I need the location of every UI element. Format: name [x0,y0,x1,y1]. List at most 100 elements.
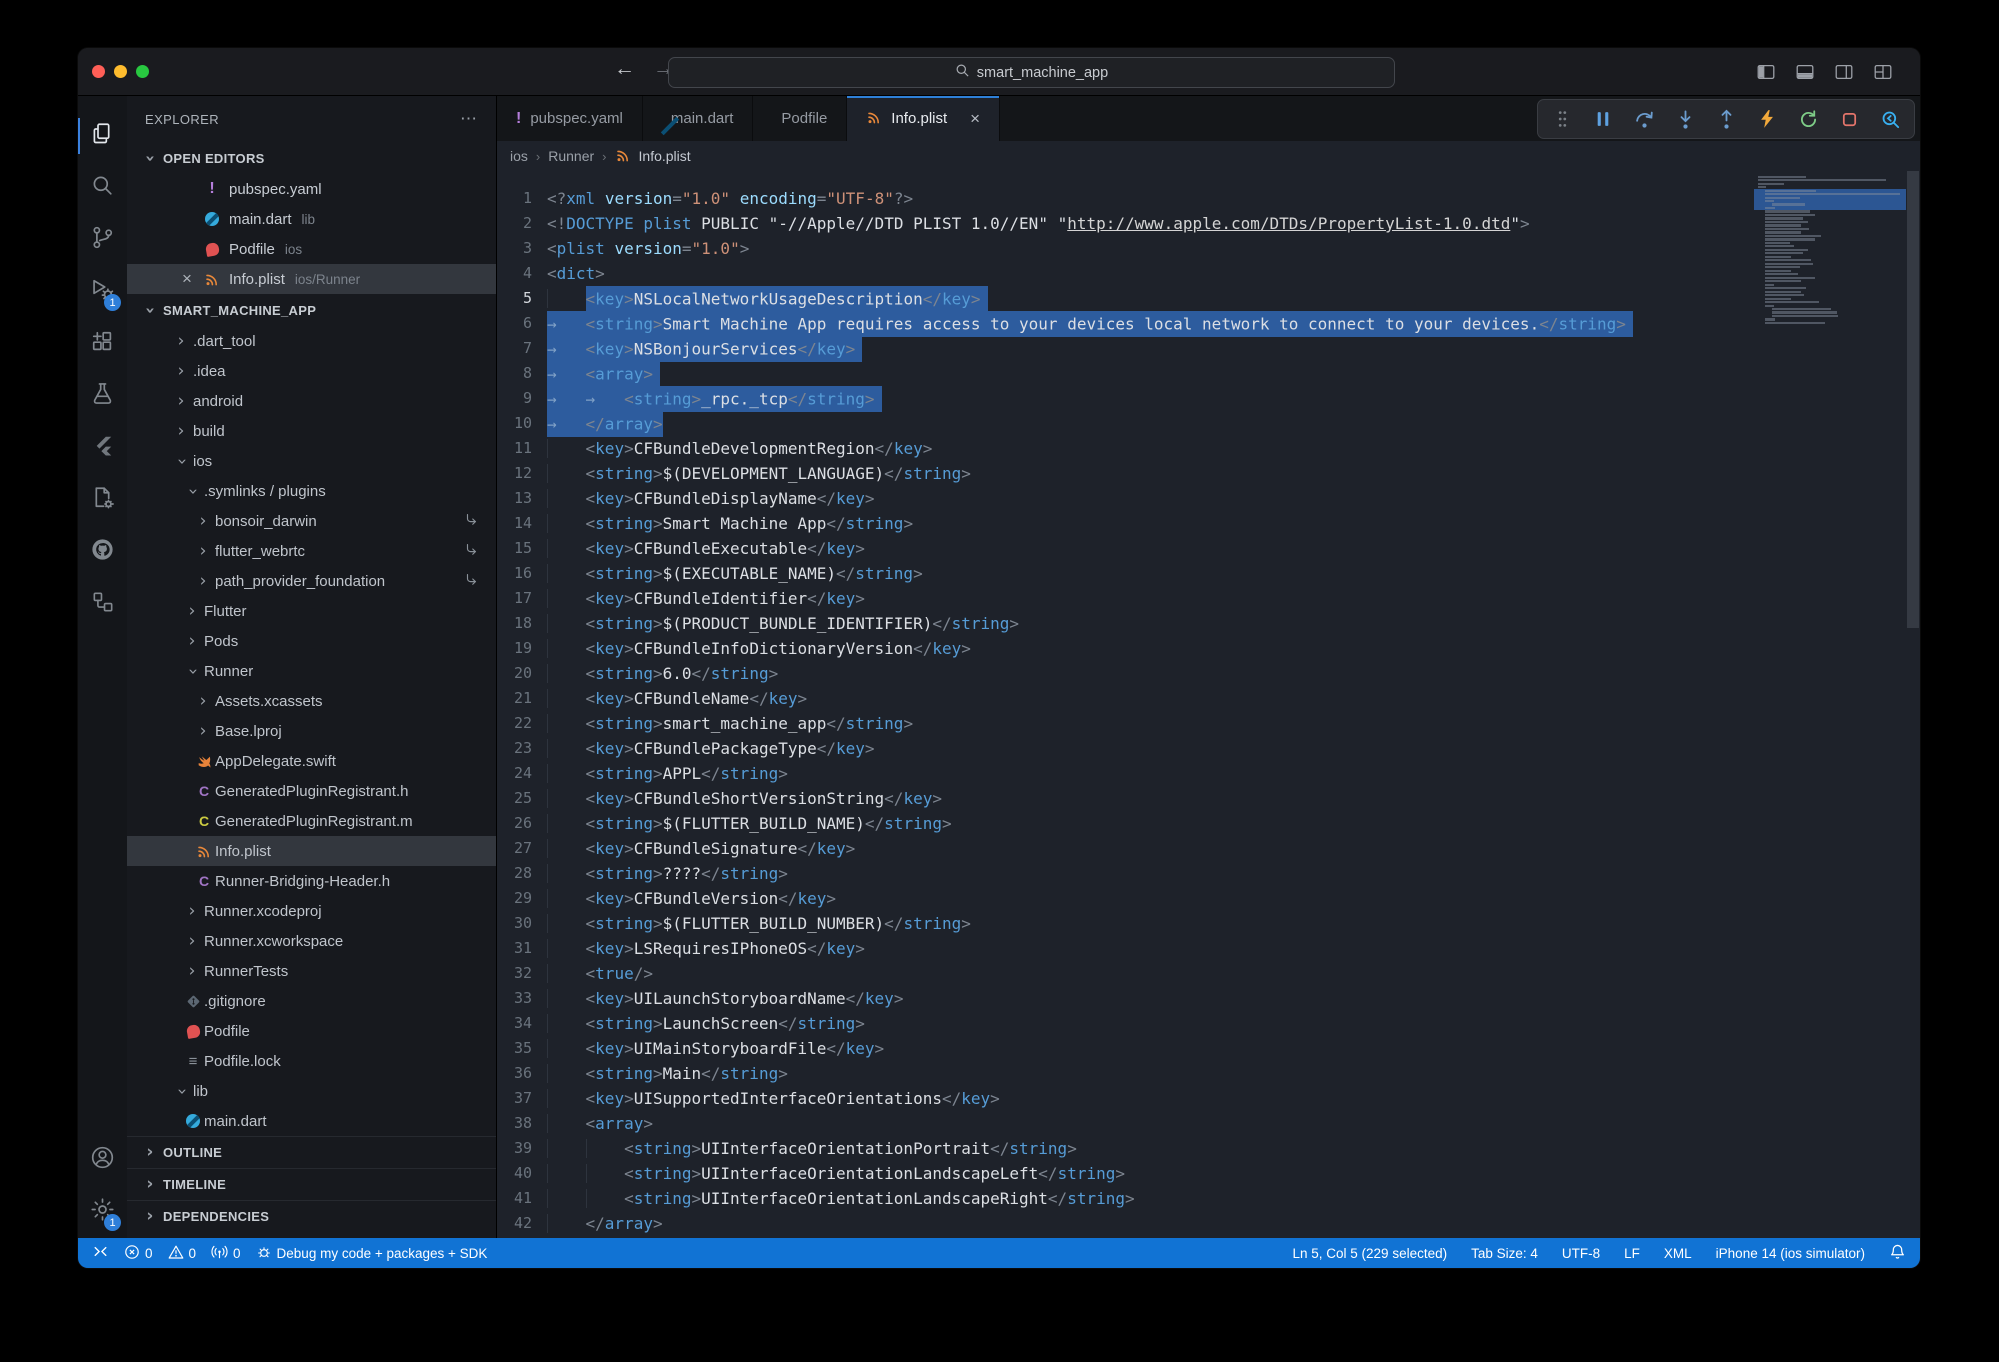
line-number[interactable]: 6 [497,311,541,336]
line-number[interactable]: 29 [497,886,541,911]
step-out-button[interactable] [1714,107,1738,131]
code-line-3[interactable]: 3<plist version="1.0"> [497,236,1920,261]
tree-item-build[interactable]: ›build [127,416,496,446]
explorer-more-actions-button[interactable]: ⋯ [460,109,478,129]
breadcrumb-runner[interactable]: Runner [548,148,594,164]
code-line-27[interactable]: 27 <key>CFBundleSignature</key> [497,836,1920,861]
code-line-30[interactable]: 30 <string>$(FLUTTER_BUILD_NUMBER)</stri… [497,911,1920,936]
code-line-32[interactable]: 32 <true/> [497,961,1920,986]
code-line-8[interactable]: 8→ <array> [497,361,1920,386]
minimize-window-button[interactable] [114,65,127,78]
code-line-33[interactable]: 33 <key>UILaunchStoryboardName</key> [497,986,1920,1011]
tree-item-runner-xcodeproj[interactable]: ›Runner.xcodeproj [127,896,496,926]
stop-button[interactable] [1837,107,1861,131]
code-line-11[interactable]: 11 <key>CFBundleDevelopmentRegion</key> [497,436,1920,461]
code-line-25[interactable]: 25 <key>CFBundleShortVersionString</key> [497,786,1920,811]
ports-forwarded[interactable]: 0 [211,1243,241,1263]
line-number[interactable]: 3 [497,236,541,261]
code-editor[interactable]: 1<?xml version="1.0" encoding="UTF-8"?>2… [497,171,1920,1238]
line-number[interactable]: 12 [497,461,541,486]
tree-item-assets-xcassets[interactable]: ›Assets.xcassets [127,686,496,716]
code-line-6[interactable]: 6→ <string>Smart Machine App requires ac… [497,311,1920,336]
open-editor-pubspec-yaml[interactable]: !pubspec.yaml [127,174,496,204]
activity-item-references[interactable] [78,578,127,630]
tree-item-symlinks-plugins[interactable]: ›.symlinks / plugins [127,476,496,506]
code-line-42[interactable]: 42 </array> [497,1211,1920,1236]
code-line-18[interactable]: 18 <string>$(PRODUCT_BUNDLE_IDENTIFIER)<… [497,611,1920,636]
line-number[interactable]: 43 [497,1236,541,1238]
tree-item-pods[interactable]: ›Pods [127,626,496,656]
line-number[interactable]: 15 [497,536,541,561]
code-line-5[interactable]: 5 <key>NSLocalNetworkUsageDescription</k… [497,286,1920,311]
code-line-43[interactable]: 43 <key>UISupportedInterfaceOrientations… [497,1236,1920,1238]
line-number[interactable]: 24 [497,761,541,786]
code-line-22[interactable]: 22 <string>smart_machine_app</string> [497,711,1920,736]
line-number[interactable]: 42 [497,1211,541,1236]
close-tab-icon[interactable]: × [970,109,980,129]
tree-item-generatedpluginregistrant-m[interactable]: CGeneratedPluginRegistrant.m [127,806,496,836]
line-number[interactable]: 41 [497,1186,541,1211]
code-line-35[interactable]: 35 <key>UIMainStoryboardFile</key> [497,1036,1920,1061]
line-number[interactable]: 31 [497,936,541,961]
toggle-panel-button[interactable] [1794,61,1816,83]
line-number[interactable]: 23 [497,736,541,761]
debug-config[interactable]: Debug my code + packages + SDK [256,1244,488,1263]
tree-item-runner-xcworkspace[interactable]: ›Runner.xcworkspace [127,926,496,956]
code-line-15[interactable]: 15 <key>CFBundleExecutable</key> [497,536,1920,561]
code-line-14[interactable]: 14 <string>Smart Machine App</string> [497,511,1920,536]
activity-item-project[interactable] [78,474,127,526]
tree-item-podfile-lock[interactable]: ≡Podfile.lock [127,1046,496,1076]
command-center-search[interactable]: smart_machine_app [668,57,1395,88]
line-number[interactable]: 28 [497,861,541,886]
line-number[interactable]: 19 [497,636,541,661]
tree-item-gitignore[interactable]: .gitignore [127,986,496,1016]
line-number[interactable]: 30 [497,911,541,936]
toggle-sidebar-right-button[interactable] [1833,61,1855,83]
step-over-button[interactable] [1632,107,1656,131]
activity-item-source-control[interactable] [78,214,127,266]
code-line-36[interactable]: 36 <string>Main</string> [497,1061,1920,1086]
line-number[interactable]: 18 [497,611,541,636]
tab-info-plist[interactable]: Info.plist× [847,96,1000,141]
line-number[interactable]: 36 [497,1061,541,1086]
activity-item-search[interactable] [78,162,127,214]
inspect-button[interactable] [1878,107,1902,131]
line-number[interactable]: 14 [497,511,541,536]
code-line-20[interactable]: 20 <string>6.0</string> [497,661,1920,686]
editor-scrollbar[interactable] [1907,171,1919,628]
activity-item-github[interactable] [78,526,127,578]
code-line-34[interactable]: 34 <string>LaunchScreen</string> [497,1011,1920,1036]
errors[interactable]: 0 [124,1244,153,1263]
activity-item-extensions[interactable] [78,318,127,370]
code-line-21[interactable]: 21 <key>CFBundleName</key> [497,686,1920,711]
line-number[interactable]: 16 [497,561,541,586]
code-line-7[interactable]: 7→ <key>NSBonjourServices</key> [497,336,1920,361]
code-line-41[interactable]: 41 <string>UIInterfaceOrientationLandsca… [497,1186,1920,1211]
code-line-19[interactable]: 19 <key>CFBundleInfoDictionaryVersion</k… [497,636,1920,661]
open-editor-main-dart[interactable]: main.dartlib [127,204,496,234]
close-icon[interactable]: × [177,269,197,289]
line-number[interactable]: 11 [497,436,541,461]
tree-item-flutter-webrtc[interactable]: ›flutter_webrtc [127,536,496,566]
code-line-29[interactable]: 29 <key>CFBundleVersion</key> [497,886,1920,911]
customize-layout-button[interactable] [1872,61,1894,83]
tab-podfile[interactable]: Podfile [753,96,847,141]
line-number[interactable]: 22 [497,711,541,736]
line-number[interactable]: 4 [497,261,541,286]
line-number[interactable]: 38 [497,1111,541,1136]
tree-item-info-plist[interactable]: Info.plist [127,836,496,866]
tree-item-main-dart[interactable]: main.dart [127,1106,496,1136]
line-number[interactable]: 40 [497,1161,541,1186]
line-number[interactable]: 7 [497,336,541,361]
code-line-28[interactable]: 28 <string>????</string> [497,861,1920,886]
code-line-10[interactable]: 10→ </array> [497,411,1920,436]
line-number[interactable]: 1 [497,186,541,211]
code-line-2[interactable]: 2<!DOCTYPE plist PUBLIC "-//Apple//DTD P… [497,211,1920,236]
section-header-dependencies[interactable]: ›DEPENDENCIES [127,1200,496,1232]
section-header-timeline[interactable]: ›TIMELINE [127,1168,496,1200]
tab-main-dart[interactable]: main.dart [643,96,754,141]
line-number[interactable]: 34 [497,1011,541,1036]
zoom-window-button[interactable] [136,65,149,78]
tree-item-dart-tool[interactable]: ›.dart_tool [127,326,496,356]
close-window-button[interactable] [92,65,105,78]
